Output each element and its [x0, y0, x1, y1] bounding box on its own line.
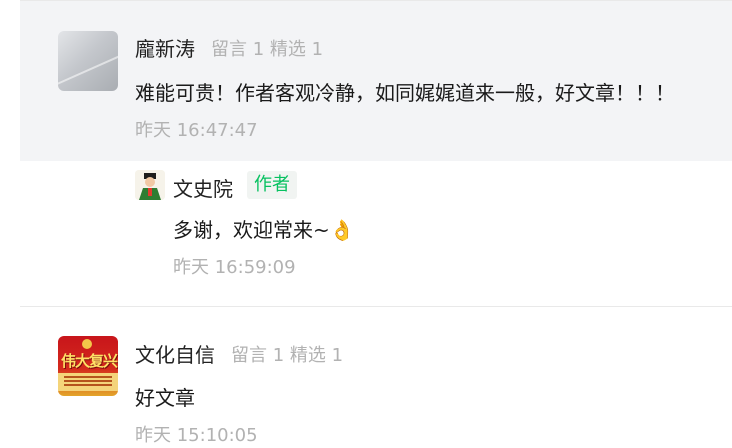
- comment-text: 难能可贵！作者客观冷静，如同娓娓道来一般，好文章！！！: [135, 81, 675, 105]
- avatar-poster-lines: [64, 376, 112, 378]
- comment-list: 龐新涛 留言 1 精选 1 难能可贵！作者客观冷静，如同娓娓道来一般，好文章！！…: [0, 0, 732, 448]
- commenter-stats: 留言 1 精选 1: [231, 345, 344, 366]
- commenter-stats: 留言 1 精选 1: [211, 39, 324, 60]
- commenter-name[interactable]: 龐新涛: [135, 33, 195, 62]
- commenter-name[interactable]: 文化自信: [135, 339, 215, 368]
- author-name[interactable]: 文史院: [173, 173, 233, 202]
- emblem-icon: [82, 339, 92, 349]
- avatar-decoration: [58, 48, 118, 88]
- author-avatar[interactable]: [135, 170, 165, 200]
- author-avatar-icon: [135, 170, 165, 200]
- comment-text: 好文章: [135, 386, 195, 410]
- avatar[interactable]: 伟大复兴: [58, 336, 118, 396]
- reply-time: 昨天 16:59:09: [173, 257, 296, 278]
- avatar[interactable]: [58, 31, 118, 91]
- comment-time: 昨天 16:47:47: [135, 120, 258, 141]
- reply-text: 多谢，欢迎常来~👌: [173, 218, 355, 242]
- comment-time: 昨天 15:10:05: [135, 425, 258, 446]
- avatar-poster-title: 伟大复兴: [61, 352, 118, 370]
- comment-divider: [20, 306, 732, 307]
- author-badge: 作者: [247, 171, 297, 199]
